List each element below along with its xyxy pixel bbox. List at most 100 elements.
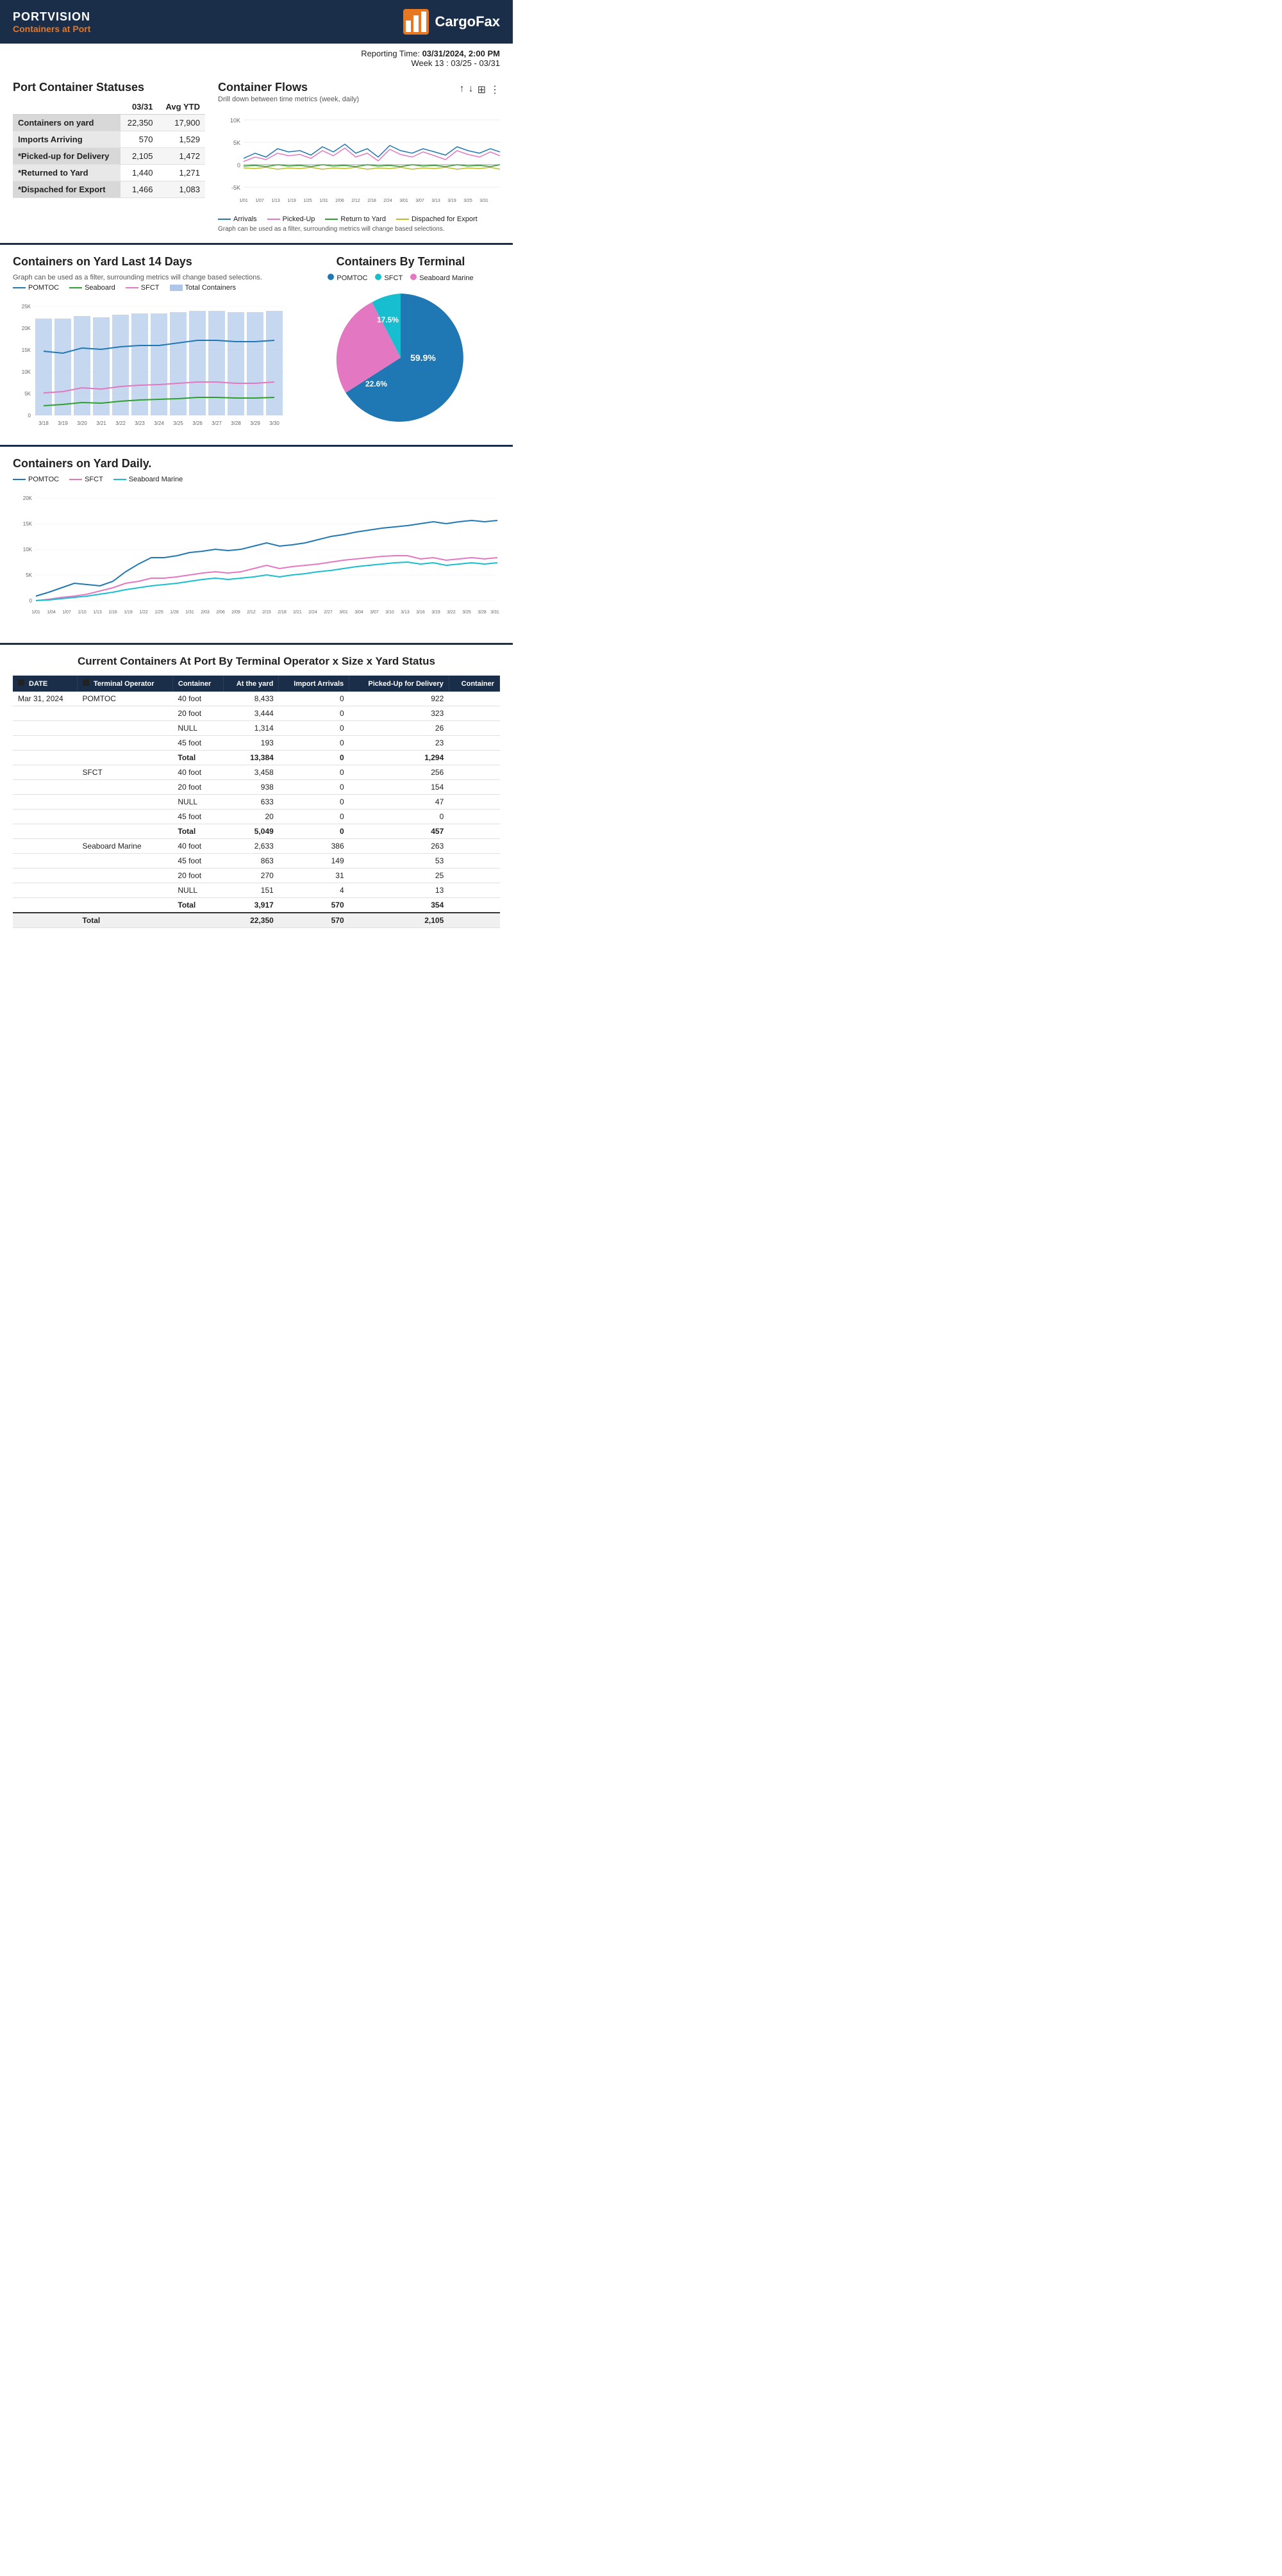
cell-container: 45 foot	[172, 810, 223, 824]
cell-pickup: 922	[349, 692, 449, 706]
cell-date	[13, 839, 77, 854]
svg-text:1/25: 1/25	[303, 199, 312, 203]
cell-pickup: 0	[349, 810, 449, 824]
flows-note: Graph can be used as a filter, surroundi…	[218, 226, 500, 233]
cell-arrivals: 570	[279, 898, 349, 913]
cell-extra	[449, 765, 499, 780]
col-header-date: 03/31	[121, 99, 158, 115]
cell-yard: 3,917	[224, 898, 279, 913]
cell-arrivals: 0	[279, 765, 349, 780]
svg-text:3/13: 3/13	[431, 199, 440, 203]
cell-extra	[449, 751, 499, 765]
cell-operator	[77, 721, 172, 736]
status-date-val: 1,440	[121, 165, 158, 181]
svg-text:3/21: 3/21	[96, 420, 106, 426]
cell-operator	[77, 810, 172, 824]
cell-operator	[77, 736, 172, 751]
svg-text:1/01: 1/01	[31, 610, 40, 615]
flows-down-icon[interactable]: ↓	[469, 83, 474, 96]
cell-extra	[449, 706, 499, 721]
cell-date	[13, 736, 77, 751]
statuses-table: 03/31 Avg YTD Containers on yard 22,350 …	[13, 99, 205, 198]
table-row: 45 foot 20 0 0	[13, 810, 500, 824]
date-col-icon	[18, 679, 24, 686]
svg-text:1/16: 1/16	[108, 610, 117, 615]
svg-text:3/13: 3/13	[401, 610, 410, 615]
cell-extra	[449, 854, 499, 868]
cell-arrivals: 149	[279, 854, 349, 868]
table-row: NULL 1,314 0 26	[13, 721, 500, 736]
svg-text:3/28: 3/28	[478, 610, 487, 615]
svg-text:3/23: 3/23	[135, 420, 145, 426]
cell-yard: 3,444	[224, 706, 279, 721]
flows-title: Container Flows	[218, 81, 359, 94]
svg-text:2/15: 2/15	[262, 610, 271, 615]
table-row: Total 3,917 570 354	[13, 898, 500, 913]
svg-text:1/28: 1/28	[170, 610, 179, 615]
cell-operator	[77, 795, 172, 810]
svg-text:2/09: 2/09	[231, 610, 240, 615]
svg-text:10K: 10K	[22, 369, 31, 375]
svg-text:1/25: 1/25	[154, 610, 163, 615]
cell-yard: 863	[224, 854, 279, 868]
pie-chart: 59.9% 22.6% 17.5%	[330, 287, 471, 428]
svg-text:3/30: 3/30	[269, 420, 279, 426]
cell-container: 40 foot	[172, 839, 223, 854]
flows-chart-icon[interactable]: ⊞	[478, 83, 486, 96]
cell-extra	[449, 810, 499, 824]
col-header-label	[13, 99, 121, 115]
flows-menu-icon[interactable]: ⋮	[490, 83, 500, 96]
svg-text:10K: 10K	[230, 117, 240, 124]
svg-text:0: 0	[29, 598, 33, 604]
cell-arrivals: 0	[279, 795, 349, 810]
cell-operator	[77, 883, 172, 898]
svg-text:2/03: 2/03	[201, 610, 210, 615]
cargofax-logo-icon	[402, 8, 430, 36]
col-pickup-header: Picked-Up for Delivery	[349, 676, 449, 692]
cell-date	[13, 854, 77, 868]
status-label: *Dispached for Export	[13, 181, 121, 198]
status-label: Imports Arriving	[13, 131, 121, 148]
section-main-table: Current Containers At Port By Terminal O…	[0, 643, 513, 938]
yard-title: Containers on Yard Last 14 Days	[13, 255, 288, 269]
col-yard-header: At the yard	[224, 676, 279, 692]
flows-up-icon[interactable]: ↑	[460, 83, 465, 96]
cell-extra	[449, 721, 499, 736]
table-row: Mar 31, 2024 POMTOC 40 foot 8,433 0 922	[13, 692, 500, 706]
svg-text:3/20: 3/20	[77, 420, 87, 426]
cell-date	[13, 810, 77, 824]
cell-date	[13, 913, 77, 928]
cell-pickup: 23	[349, 736, 449, 751]
cell-date	[13, 824, 77, 839]
cell-arrivals: 0	[279, 751, 349, 765]
reporting-datetime: 03/31/2024, 2:00 PM	[422, 49, 500, 58]
svg-text:3/24: 3/24	[154, 420, 164, 426]
svg-text:5K: 5K	[24, 391, 31, 397]
cell-container: 40 foot	[172, 692, 223, 706]
cell-pickup: 1,294	[349, 751, 449, 765]
status-avg-val: 1,472	[158, 148, 205, 165]
flows-subtitle: Drill down between time metrics (week, d…	[218, 96, 359, 103]
status-avg-val: 1,529	[158, 131, 205, 148]
cell-extra	[449, 913, 499, 928]
svg-text:2/24: 2/24	[383, 199, 392, 203]
status-avg-val: 17,900	[158, 115, 205, 131]
cell-pickup: 47	[349, 795, 449, 810]
pie-legend: POMTOC SFCT Seaboard Marine	[301, 274, 500, 282]
svg-text:3/07: 3/07	[415, 199, 424, 203]
terminal-col-icon	[83, 679, 89, 686]
cell-yard: 151	[224, 883, 279, 898]
svg-text:20K: 20K	[22, 326, 31, 331]
flows-chart: 10K 5K 0 -5K 1/01 1/07 1/13 1/19 1/25	[218, 107, 500, 210]
table-row: Total 13,384 0 1,294	[13, 751, 500, 765]
cell-arrivals: 0	[279, 692, 349, 706]
svg-text:3/25: 3/25	[463, 199, 472, 203]
svg-text:3/19: 3/19	[58, 420, 68, 426]
cell-yard: 938	[224, 780, 279, 795]
app-subtitle: Containers at Port	[13, 24, 90, 34]
section-daily-chart: Containers on Yard Daily. POMTOC SFCT Se…	[0, 445, 513, 643]
statuses-row: *Picked-up for Delivery 2,105 1,472	[13, 148, 205, 165]
svg-text:0: 0	[237, 162, 240, 169]
svg-text:1/19: 1/19	[287, 199, 296, 203]
cell-arrivals: 0	[279, 706, 349, 721]
